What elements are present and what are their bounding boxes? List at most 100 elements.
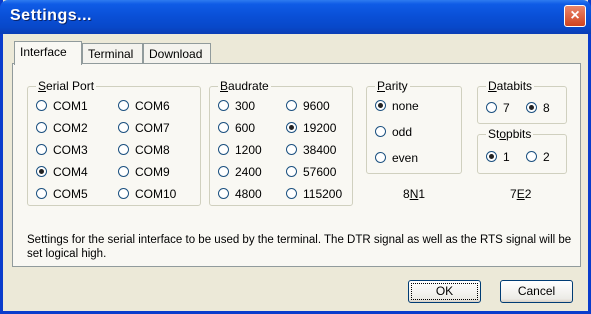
radio-circle[interactable] [286,100,297,111]
radio-label: 600 [235,121,256,135]
serial-port-radio-com3[interactable]: COM3 [36,143,88,157]
close-button[interactable]: × [564,5,586,27]
radio-circle[interactable] [218,100,229,111]
radio-label: COM10 [135,187,177,201]
baudrate-radio-19200[interactable]: 19200 [286,121,336,135]
title-bar[interactable]: Settings... × [0,0,591,34]
parity-radio-even[interactable]: even [375,151,418,165]
baudrate-radio-1200[interactable]: 1200 [218,143,262,157]
stopbits-radio-2[interactable]: 2 [526,150,550,164]
radio-circle[interactable] [486,102,497,113]
radio-circle[interactable] [286,122,297,133]
radio-label: 2400 [235,165,262,179]
serial-port-group: Serial Port COM1 COM2 COM3 COM4 COM5 COM6 COM7… [27,79,201,206]
radio-label: 7 [503,101,510,115]
window-title: Settings... [10,7,92,24]
tab-label: Download [149,47,203,61]
radio-label: COM2 [53,121,88,135]
radio-label: 19200 [303,121,337,135]
baudrate-title: Baudrate [218,79,271,93]
baudrate-radio-38400[interactable]: 38400 [286,143,336,157]
radio-circle[interactable] [218,122,229,133]
tab-terminal[interactable]: Terminal [82,43,143,63]
serial-port-radio-com8[interactable]: COM8 [118,143,170,157]
tab-download[interactable]: Download [143,43,211,63]
radio-label: 300 [235,99,256,113]
radio-circle[interactable] [218,144,229,155]
radio-circle[interactable] [36,144,47,155]
radio-circle[interactable] [486,151,497,162]
databits-title: Databits [486,79,535,93]
cancel-label: Cancel [517,284,556,298]
radio-circle[interactable] [218,188,229,199]
radio-circle[interactable] [36,166,47,177]
radio-circle[interactable] [286,144,297,155]
radio-circle[interactable] [286,188,297,199]
radio-circle[interactable] [526,151,537,162]
radio-label: 38400 [303,143,337,157]
baudrate-radio-600[interactable]: 600 [218,121,255,135]
radio-label: odd [392,125,413,139]
preset-7e2[interactable]: 7E2 [510,187,531,201]
ok-button[interactable]: OK [408,280,481,303]
serial-port-radio-com9[interactable]: COM9 [118,165,170,179]
stopbits-group: Stopbits 1 2 [477,127,567,174]
parity-radio-none[interactable]: none [375,99,419,113]
tab-interface[interactable]: Interface [14,41,82,65]
radio-label: even [392,151,419,165]
databits-radio-8[interactable]: 8 [526,101,550,115]
radio-label: COM9 [135,165,170,179]
radio-circle[interactable] [118,144,129,155]
baudrate-radio-57600[interactable]: 57600 [286,165,336,179]
parity-group: Parity none odd even [366,79,462,174]
serial-port-radio-com4[interactable]: COM4 [36,165,88,179]
radio-circle[interactable] [375,100,386,111]
radio-circle[interactable] [286,166,297,177]
baudrate-radio-4800[interactable]: 4800 [218,187,262,201]
baudrate-radio-115200[interactable]: 115200 [286,187,342,201]
radio-label: 4800 [235,187,262,201]
radio-circle[interactable] [118,188,129,199]
radio-circle[interactable] [118,100,129,111]
parity-radio-odd[interactable]: odd [375,125,412,139]
serial-port-radio-com10[interactable]: COM10 [118,187,176,201]
radio-label: COM4 [53,165,88,179]
serial-port-radio-com5[interactable]: COM5 [36,187,88,201]
stopbits-title: Stopbits [486,127,534,141]
baudrate-group: Baudrate 300 600 1200 2400 4800 9600 19200 3840… [209,79,353,206]
radio-label: 2 [543,150,550,164]
serial-port-radio-com1[interactable]: COM1 [36,99,88,113]
radio-label: 57600 [303,165,337,179]
serial-port-radio-com2[interactable]: COM2 [36,121,88,135]
radio-label: 9600 [303,99,330,113]
radio-circle[interactable] [218,166,229,177]
radio-label: 1200 [235,143,262,157]
tab-label: Terminal [88,47,134,61]
radio-circle[interactable] [375,126,386,137]
radio-circle[interactable] [526,102,537,113]
radio-circle[interactable] [36,122,47,133]
radio-label: COM8 [135,143,170,157]
radio-circle[interactable] [36,100,47,111]
radio-label: COM3 [53,143,88,157]
serial-port-title: Serial Port [36,79,97,93]
baudrate-radio-2400[interactable]: 2400 [218,165,262,179]
stopbits-radio-1[interactable]: 1 [486,150,510,164]
cancel-button[interactable]: Cancel [500,280,573,303]
radio-label: COM6 [135,99,170,113]
radio-label: 115200 [303,187,343,201]
databits-radio-7[interactable]: 7 [486,101,510,115]
radio-circle[interactable] [36,188,47,199]
baudrate-radio-9600[interactable]: 9600 [286,99,330,113]
serial-port-radio-com6[interactable]: COM6 [118,99,170,113]
baudrate-radio-300[interactable]: 300 [218,99,255,113]
serial-port-radio-com7[interactable]: COM7 [118,121,170,135]
radio-label: COM7 [135,121,170,135]
radio-circle[interactable] [118,122,129,133]
preset-8n1[interactable]: 8N1 [403,187,425,201]
radio-label: COM1 [53,99,88,113]
radio-label: COM5 [53,187,88,201]
radio-circle[interactable] [118,166,129,177]
radio-circle[interactable] [375,152,386,163]
interface-panel: Serial Port COM1 COM2 COM3 COM4 COM5 COM6 COM7… [12,63,581,267]
